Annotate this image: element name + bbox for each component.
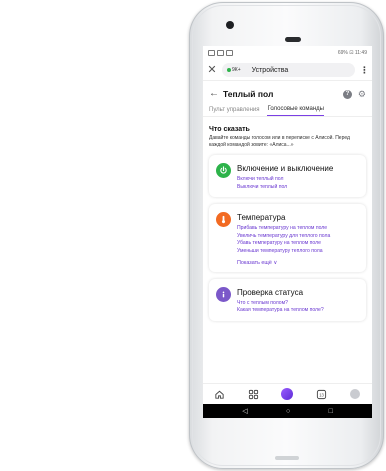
card-title: Включение и выключение xyxy=(237,164,334,173)
voice-commands-content: Что сказать Давайте команды голосом или … xyxy=(203,117,372,321)
front-camera xyxy=(226,21,234,29)
section-subtitle: Давайте команды голосом или в переписке … xyxy=(209,135,350,148)
command-link[interactable]: Включи теплый пол xyxy=(237,176,359,184)
show-more-label: Показать ещё xyxy=(237,259,272,266)
card-status: Проверка статуса Что с теплым полом? Как… xyxy=(209,278,366,321)
wifi-icon xyxy=(217,50,224,56)
alice-orb xyxy=(281,388,294,400)
browser-bar: ✕ 9К+ Устройства ⋮ xyxy=(203,60,372,81)
notification-icon xyxy=(226,50,233,56)
help-icon[interactable]: ? xyxy=(342,89,352,99)
url-box[interactable]: 9К+ Устройства xyxy=(222,63,355,77)
info-icon xyxy=(216,286,231,302)
alice-icon[interactable] xyxy=(281,388,294,400)
card-power: Включение и выключение Включи теплый пол… xyxy=(209,155,366,198)
home-icon[interactable] xyxy=(214,388,226,400)
avatar xyxy=(350,389,361,399)
back-nav-icon[interactable]: ◁ xyxy=(242,408,247,415)
back-arrow-icon[interactable]: ← xyxy=(209,89,219,99)
command-link[interactable]: Что с теплым полом? xyxy=(237,300,359,308)
recents-nav-icon[interactable]: □ xyxy=(329,408,333,415)
thermometer-icon xyxy=(216,212,231,228)
card-title: Температура xyxy=(237,213,286,223)
android-nav-bar: ◁ ○ □ xyxy=(203,404,372,418)
status-right-text: 69% ⊡ 11:49 xyxy=(337,50,367,56)
chevron-down-icon: ∨ xyxy=(273,259,278,266)
bottom-nav: 13 xyxy=(203,383,372,404)
tabs-icon[interactable]: 13 xyxy=(315,388,327,400)
home-nav-icon[interactable]: ○ xyxy=(286,408,290,415)
close-icon[interactable]: ✕ xyxy=(207,64,217,76)
gear-icon[interactable]: ⚙ xyxy=(358,89,366,99)
status-bar: 69% ⊡ 11:49 xyxy=(203,46,372,60)
secure-dot-icon xyxy=(227,68,231,72)
command-link[interactable]: Прибавь температуру на теплом поле xyxy=(237,225,359,233)
services-icon[interactable] xyxy=(248,388,260,400)
card-title: Проверка статуса xyxy=(237,287,304,297)
tabs-count: 13 xyxy=(319,392,324,397)
kebab-menu-icon[interactable]: ⋮ xyxy=(360,65,369,75)
command-link[interactable]: Убавь температуру на теплом поле xyxy=(237,240,359,248)
section-title: Что сказать xyxy=(209,126,250,133)
page-title: Теплый пол xyxy=(223,89,274,99)
security-label: 9К+ xyxy=(232,67,241,73)
command-link[interactable]: Какая температура на теплом поле? xyxy=(237,307,359,315)
phone-bottom-bar xyxy=(275,456,299,460)
profile-icon[interactable] xyxy=(349,388,361,400)
page-header: ← Теплый пол ? ⚙ xyxy=(203,85,372,103)
tab-bar: Пульт управления Голосовые команды xyxy=(203,103,372,117)
signal-icon xyxy=(208,50,215,56)
tab-remote-control[interactable]: Пульт управления xyxy=(209,107,259,116)
show-more-link[interactable]: Показать ещё ∨ xyxy=(237,260,359,266)
security-badge[interactable]: 9К+ xyxy=(227,67,241,73)
earpiece-speaker xyxy=(285,37,301,42)
power-icon xyxy=(216,163,231,178)
tab-voice-commands[interactable]: Голосовые команды xyxy=(267,106,324,116)
card-temperature: Температура Прибавь температуру на тепло… xyxy=(209,204,366,272)
browser-page-title: Устройства xyxy=(251,66,289,74)
command-link[interactable]: Выключи теплый пол xyxy=(237,184,359,192)
command-link[interactable]: Увеличь температуру для теплого пола xyxy=(237,233,359,241)
command-link[interactable]: Уменьши температуру теплого пола xyxy=(237,248,359,256)
phone-screen: 69% ⊡ 11:49 ✕ 9К+ Устройства ⋮ ← Теплый … xyxy=(203,46,372,418)
